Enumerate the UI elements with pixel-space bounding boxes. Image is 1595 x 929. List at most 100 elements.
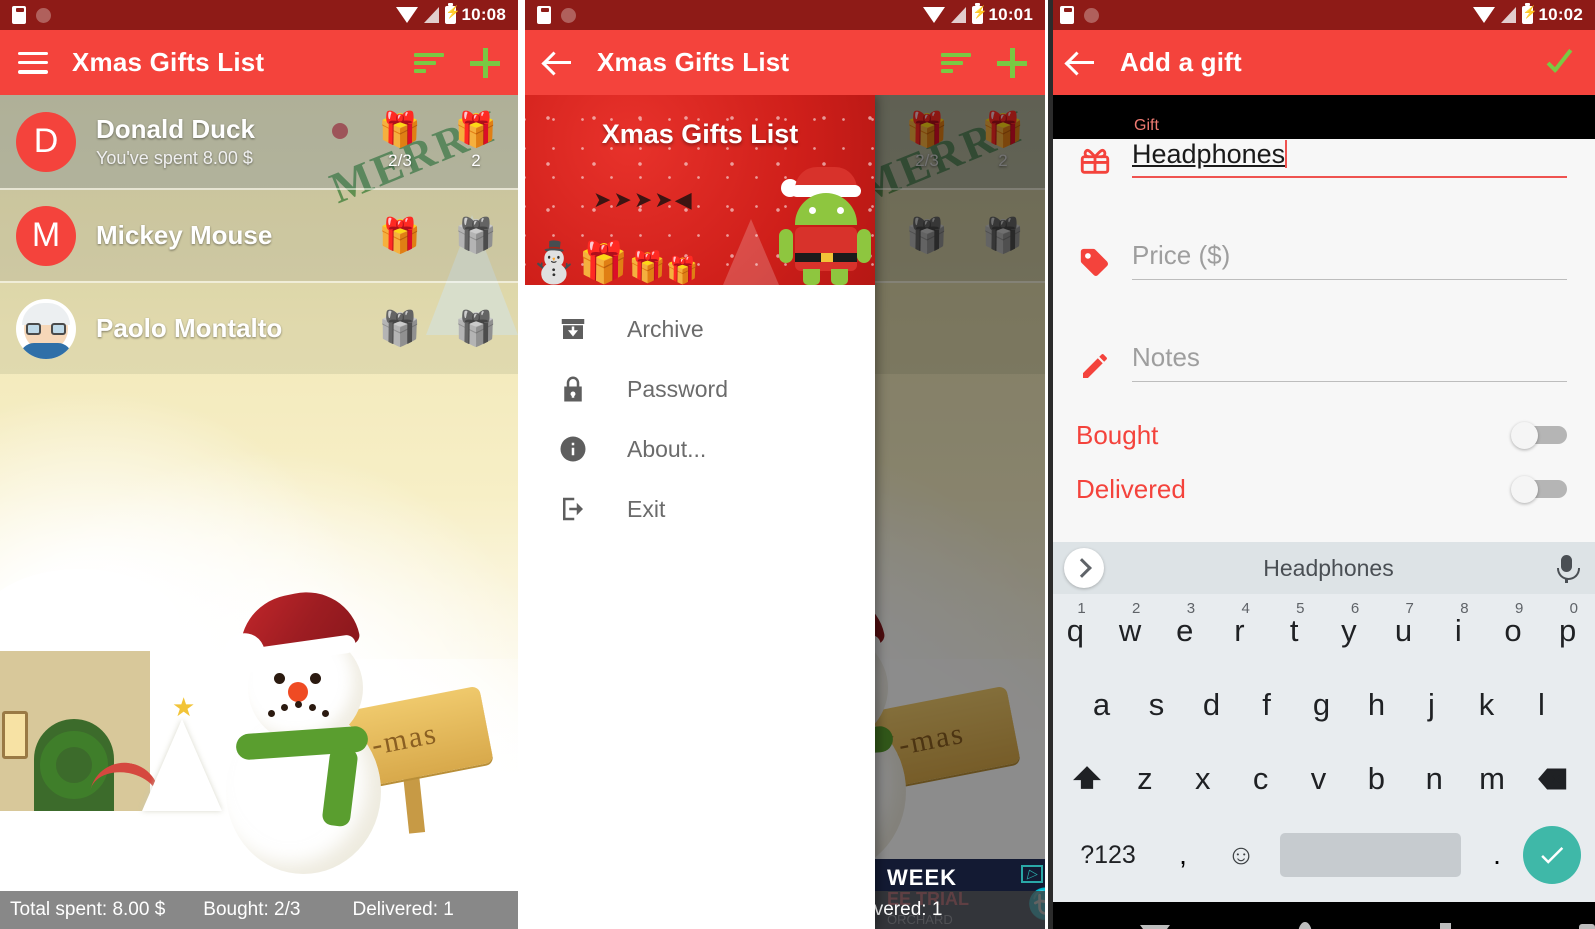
drawer-item-archive[interactable]: Archive [525, 299, 875, 359]
delivered-toggle[interactable] [1511, 476, 1567, 503]
delivered-label: Delivered [1076, 473, 1186, 504]
shift-icon[interactable] [1058, 760, 1116, 798]
key-a[interactable]: a [1074, 687, 1129, 723]
key-number: 0 [1569, 600, 1578, 617]
down-triangle-icon[interactable] [1140, 924, 1170, 929]
status-bar-clock: 10:08 [461, 5, 506, 24]
suggestion-word[interactable]: Headphones [1104, 555, 1553, 582]
key-o[interactable]: 9o [1486, 600, 1541, 649]
bought-toggle-row: Bought [1048, 408, 1595, 462]
key-v[interactable]: v [1290, 761, 1348, 797]
avatar: D [16, 111, 76, 172]
exit-icon [555, 491, 591, 527]
key-p[interactable]: 0p [1540, 600, 1595, 649]
people-list: D Donald Duck You've spent 8.00 $ 🎁 2/3 … [0, 95, 518, 374]
home-circle-icon[interactable] [1298, 921, 1312, 929]
key-t[interactable]: 5t [1267, 600, 1322, 649]
key-z[interactable]: z [1116, 761, 1174, 797]
plus-icon[interactable] [997, 47, 1027, 78]
sd-card-icon [537, 6, 551, 24]
list-item[interactable]: D Donald Duck You've spent 8.00 $ 🎁 2/3 … [0, 95, 518, 188]
microphone-icon[interactable] [1553, 553, 1580, 583]
key-d[interactable]: d [1184, 687, 1239, 723]
key-w[interactable]: 2w [1103, 600, 1158, 649]
key-f[interactable]: f [1239, 687, 1294, 723]
battery-charging-icon [971, 3, 987, 24]
key-b[interactable]: b [1347, 761, 1405, 797]
space-key[interactable] [1280, 833, 1461, 877]
sort-icon[interactable] [941, 52, 971, 73]
notes-input[interactable]: Notes [1132, 342, 1567, 382]
key-number: 4 [1241, 600, 1250, 617]
price-input[interactable]: Price ($) [1132, 240, 1567, 280]
gift-icon: 🎁 [378, 110, 422, 149]
key-x[interactable]: x [1174, 761, 1232, 797]
list-item-texts: Mickey Mouse [96, 220, 374, 251]
status-bar-left-icons [1060, 6, 1099, 24]
comma-key[interactable]: , [1154, 839, 1212, 871]
gift-field: Gift Headphones [1132, 117, 1567, 178]
status-bar: 10:01 [525, 0, 1045, 30]
key-s[interactable]: s [1129, 687, 1184, 723]
key-m[interactable]: m [1463, 761, 1521, 797]
keyboard-icon[interactable] [1579, 923, 1595, 929]
key-g[interactable]: g [1294, 687, 1349, 723]
key-number: 3 [1186, 600, 1196, 617]
plus-icon[interactable] [470, 47, 500, 78]
key-label: u [1394, 613, 1413, 648]
summary-delivered: Delivered: 1 [352, 899, 454, 920]
key-y[interactable]: 6y [1322, 600, 1377, 649]
ad-play-badge-icon: ▷ [1021, 865, 1043, 883]
keyboard-row-1: 1q 2w 3e 4r 5t 6y 7u 8i 9o 0p [1048, 594, 1595, 668]
gift-icon: 🎁 [378, 216, 422, 255]
key-l[interactable]: l [1514, 687, 1569, 723]
back-arrow-icon[interactable] [1066, 50, 1096, 76]
android-arm-left [779, 229, 793, 263]
key-i[interactable]: 8i [1431, 600, 1486, 649]
bought-toggle[interactable] [1511, 422, 1567, 449]
recents-square-icon[interactable] [1439, 923, 1452, 929]
key-n[interactable]: n [1405, 761, 1463, 797]
emoji-key[interactable]: ☺ [1212, 839, 1270, 871]
android-body [795, 227, 857, 271]
android-santa-mascot [779, 167, 871, 285]
key-r[interactable]: 4r [1212, 600, 1267, 649]
hamburger-menu-icon[interactable] [18, 51, 48, 74]
gift-emoji: 🎁 [665, 255, 699, 285]
key-number: 2 [1132, 600, 1141, 617]
delivered-stat: 🎁 [450, 312, 502, 346]
key-u[interactable]: 7u [1376, 600, 1431, 649]
snowman-eye-left [274, 673, 285, 684]
key-e[interactable]: 3e [1157, 600, 1212, 649]
check-enter-icon[interactable] [1523, 826, 1581, 884]
phone-screen-drawer: 10:01 Xmas Gifts List MERRY X-mas [525, 0, 1045, 929]
key-j[interactable]: j [1404, 687, 1459, 723]
app-bar: Add a gift [1048, 30, 1595, 95]
check-icon[interactable] [1545, 47, 1577, 79]
key-h[interactable]: h [1349, 687, 1404, 723]
drawer-item-label: Archive [627, 315, 704, 342]
list-item[interactable]: Paolo Montalto 🎁 🎁 [0, 281, 518, 374]
list-item-texts: Donald Duck You've spent 8.00 $ [96, 114, 374, 169]
list-item-subtitle: You've spent 8.00 $ [96, 148, 253, 168]
drawer-item-exit[interactable]: Exit [525, 479, 875, 539]
back-arrow-icon[interactable] [543, 50, 573, 76]
sort-icon[interactable] [414, 52, 444, 73]
list-item[interactable]: M Mickey Mouse 🎁 🎁 [0, 188, 518, 281]
key-c[interactable]: c [1232, 761, 1290, 797]
period-key[interactable]: . [1471, 839, 1523, 871]
drawer-item-about[interactable]: About... [525, 419, 875, 479]
backspace-icon[interactable] [1521, 760, 1585, 798]
gift-input[interactable]: Headphones [1132, 139, 1567, 178]
key-q[interactable]: 1q [1048, 600, 1103, 649]
keyboard-row-2: a s d f g h j k l [1048, 668, 1595, 742]
ad-choices-badges[interactable]: ▷ ✕ [1021, 865, 1045, 883]
bought-stat: 🎁 [374, 219, 426, 253]
summary-bar: Total spent: 8.00 $ Bought: 2/3 Delivere… [0, 891, 518, 929]
chevron-right-icon[interactable] [1064, 548, 1104, 588]
gift-emoji: 🎁 [628, 251, 666, 284]
numeric-mode-key[interactable]: ?123 [1062, 841, 1154, 870]
gift-field-row: Gift Headphones [1048, 117, 1595, 178]
drawer-item-password[interactable]: Password [525, 359, 875, 419]
key-k[interactable]: k [1459, 687, 1514, 723]
